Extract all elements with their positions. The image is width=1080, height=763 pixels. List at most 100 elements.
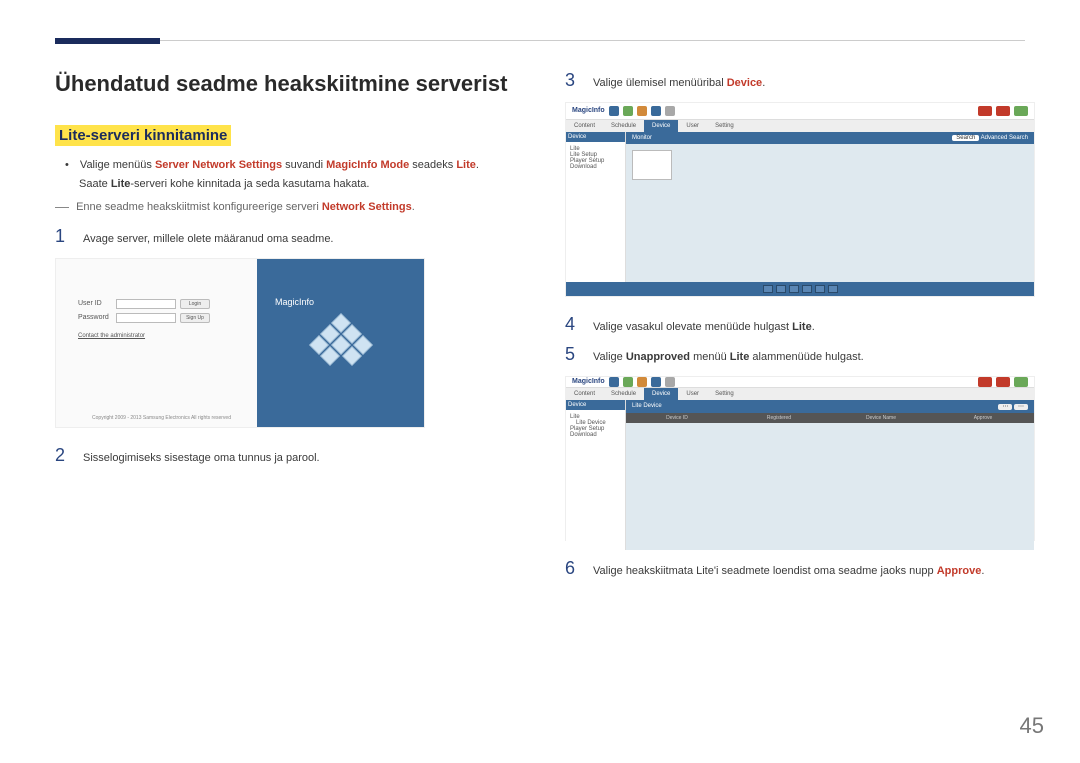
intro-bullets: Valige menüüs Server Network Settings su… <box>65 156 515 193</box>
status-icon[interactable] <box>978 106 992 116</box>
txt: Valige heakskiitmata Lite'i seadmete loe… <box>593 565 937 577</box>
step-1: 1 Avage server, millele olete määranud o… <box>55 227 515 248</box>
step-number: 5 <box>565 345 579 363</box>
step-text: Avage server, millele olete määranud oma… <box>83 227 334 248</box>
screenshot-login: User ID Login Password Sign Up Contact t… <box>55 258 425 428</box>
page-number: 45 <box>1020 713 1044 739</box>
txt: Valige <box>593 351 626 363</box>
kw: Lite <box>456 159 476 171</box>
header-accent-bar <box>55 38 160 44</box>
monitor-label: Monitor <box>632 135 652 141</box>
kw: Lite <box>730 351 750 363</box>
step-text: Valige heakskiitmata Lite'i seadmete loe… <box>593 559 984 580</box>
step-3: 3 Valige ülemisel menüüribal Device. <box>565 71 1025 92</box>
signup-button[interactable]: Sign Up <box>180 313 210 323</box>
dash-icon <box>55 207 69 208</box>
app-logo: MagicInfo <box>572 107 605 114</box>
sidebar-header: Device <box>566 132 625 142</box>
top-icon[interactable] <box>651 377 661 387</box>
status-icon[interactable] <box>996 106 1010 116</box>
top-icon[interactable] <box>623 377 633 387</box>
txt: suvandi <box>282 159 326 171</box>
top-icon[interactable] <box>623 106 633 116</box>
contact-admin-link[interactable]: Contact the administrator <box>78 333 245 339</box>
device-thumbnail[interactable] <box>632 150 672 180</box>
sidebar-item[interactable]: Download <box>570 164 621 170</box>
top-icon[interactable] <box>651 106 661 116</box>
footer-button[interactable] <box>763 285 773 293</box>
col-header: Approve <box>932 415 1034 421</box>
txt: Valige menüüs <box>80 159 155 171</box>
step-2: 2 Sisselogimiseks sisestage oma tunnus j… <box>55 446 515 467</box>
tab-device[interactable]: Device <box>644 120 678 132</box>
action-button[interactable]: ⋯ <box>1014 404 1028 410</box>
footer-button[interactable] <box>815 285 825 293</box>
col-header: Device ID <box>626 415 728 421</box>
tab-content[interactable]: Content <box>566 120 603 132</box>
step-4: 4 Valige vasakul olevate menüüde hulgast… <box>565 315 1025 336</box>
page-title: Ühendatud seadme heakskiitmine serverist <box>55 71 515 97</box>
top-icon[interactable] <box>665 106 675 116</box>
top-icon[interactable] <box>609 377 619 387</box>
status-icon[interactable] <box>1014 377 1028 387</box>
txt: . <box>812 321 815 333</box>
app-footer <box>566 282 1034 296</box>
step-number: 6 <box>565 559 579 577</box>
txt: -serveri kohe kinnitada ja seda kasutama… <box>130 178 369 190</box>
top-icon[interactable] <box>665 377 675 387</box>
password-input[interactable] <box>116 313 176 323</box>
footer-button[interactable] <box>789 285 799 293</box>
sidebar-item[interactable]: Download <box>570 432 621 438</box>
top-icon[interactable] <box>609 106 619 116</box>
top-icon[interactable] <box>637 377 647 387</box>
kw: Server Network Settings <box>155 159 282 171</box>
status-icon[interactable] <box>1014 106 1028 116</box>
step-text: Valige Unapproved menüü Lite alammenüüde… <box>593 345 864 366</box>
tab-content[interactable]: Content <box>566 388 603 400</box>
footer-button[interactable] <box>802 285 812 293</box>
txt: . <box>981 565 984 577</box>
col-header: Device Name <box>830 415 932 421</box>
top-icon[interactable] <box>637 106 647 116</box>
advanced-search-link[interactable]: Advanced Search <box>981 135 1028 141</box>
note-text: . <box>412 201 415 213</box>
step-5: 5 Valige Unapproved menüü Lite alammenüü… <box>565 345 1025 366</box>
tab-schedule[interactable]: Schedule <box>603 388 644 400</box>
txt: menüü <box>690 351 730 363</box>
footer-button[interactable] <box>776 285 786 293</box>
step-number: 2 <box>55 446 69 464</box>
step-text: Sisselogimiseks sisestage oma tunnus ja … <box>83 446 320 467</box>
step-number: 1 <box>55 227 69 245</box>
step-number: 4 <box>565 315 579 333</box>
tab-user[interactable]: User <box>678 388 707 400</box>
kw: Lite <box>111 178 131 190</box>
tab-setting[interactable]: Setting <box>707 388 742 400</box>
login-button[interactable]: Login <box>180 299 210 309</box>
status-icon[interactable] <box>996 377 1010 387</box>
footer-button[interactable] <box>828 285 838 293</box>
search-button[interactable]: Search <box>952 135 979 141</box>
right-column: 3 Valige ülemisel menüüribal Device. Mag… <box>565 71 1025 589</box>
txt: Valige vasakul olevate menüüde hulgast <box>593 321 792 333</box>
grid-header: Device ID Registered Device Name Approve <box>626 413 1034 423</box>
note-text: Enne seadme heakskiitmist konfigureerige… <box>76 201 322 213</box>
section-title: Lite-serveri kinnitamine <box>55 125 231 146</box>
kw: MagicInfo Mode <box>326 159 409 171</box>
note-line: Enne seadme heakskiitmist konfigureerige… <box>55 201 515 213</box>
kw: Approve <box>937 565 982 577</box>
userid-input[interactable] <box>116 299 176 309</box>
tab-device[interactable]: Device <box>644 388 678 400</box>
tab-user[interactable]: User <box>678 120 707 132</box>
kw: Unapproved <box>626 351 690 363</box>
tab-setting[interactable]: Setting <box>707 120 742 132</box>
kw: Lite <box>792 321 812 333</box>
userid-label: User ID <box>78 300 112 307</box>
step-6: 6 Valige heakskiitmata Lite'i seadmete l… <box>565 559 1025 580</box>
txt: Saate <box>79 178 111 190</box>
col-header: Registered <box>728 415 830 421</box>
step-text: Valige ülemisel menüüribal Device. <box>593 71 765 92</box>
app-logo: MagicInfo <box>572 378 605 385</box>
action-button[interactable]: ⋯ <box>998 404 1012 410</box>
tab-schedule[interactable]: Schedule <box>603 120 644 132</box>
status-icon[interactable] <box>978 377 992 387</box>
